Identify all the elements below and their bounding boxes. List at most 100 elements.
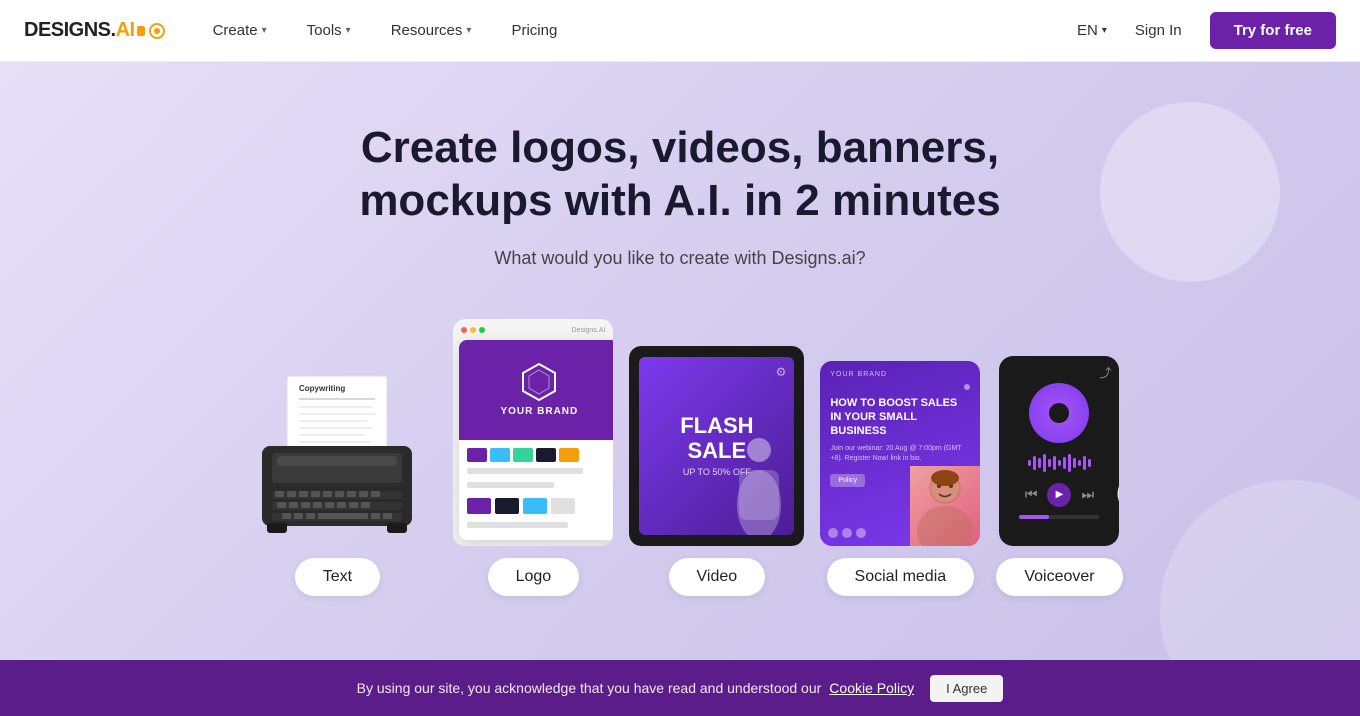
hex-icon (519, 362, 559, 402)
person-silhouette (729, 435, 789, 535)
card-video: ⚙ FLASH SALE UP TO 50% OFF (629, 346, 804, 596)
nav-resources-label: Resources (391, 22, 463, 39)
cookie-agree-button[interactable]: I Agree (930, 675, 1003, 702)
play-button[interactable]: ▶ (1047, 483, 1071, 507)
hero-section: Create logos, videos, banners, mockups w… (0, 62, 1360, 660)
logo-icon (137, 22, 165, 40)
next-icon: ⏭ (1081, 486, 1094, 503)
cookie-text: By using our site, you acknowledge that … (357, 680, 822, 696)
try-free-label: Try for free (1234, 22, 1312, 39)
font-line-1 (467, 468, 582, 474)
chevron-down-icon: ▾ (346, 25, 351, 36)
cards-row: Copywriting (237, 319, 1122, 596)
card-video-button[interactable]: Video (669, 558, 766, 596)
phone-device: ⤴ (999, 356, 1119, 546)
vinyl-disc (1029, 383, 1089, 443)
wave-bar (1028, 460, 1031, 466)
card-voiceover-label: Voiceover (1024, 568, 1094, 585)
nav-tools[interactable]: Tools ▾ (291, 14, 367, 47)
gear-icon: ⚙ (776, 365, 787, 379)
wave-bar (1068, 454, 1071, 472)
card-social-button[interactable]: Social media (827, 558, 975, 596)
swatch-4 (536, 448, 556, 462)
style-swatch-3 (523, 498, 547, 514)
card-social-label: Social media (855, 568, 947, 585)
social-circles (828, 528, 866, 538)
swatch-5 (559, 448, 579, 462)
cookie-agree-label: I Agree (946, 681, 987, 696)
card-logo-label: Logo (516, 568, 552, 585)
wave-bar (1053, 456, 1056, 470)
logo-text-ai: AI (116, 19, 135, 42)
chevron-down-icon: ▾ (262, 25, 267, 36)
logo-brand-text: YOUR BRAND (500, 406, 578, 417)
style-swatch-2 (495, 498, 519, 514)
wave-bar (1088, 459, 1091, 467)
wave-bar (1058, 460, 1061, 466)
sign-in-button[interactable]: Sign In (1123, 16, 1194, 45)
nav-pricing[interactable]: Pricing (495, 14, 573, 47)
color-swatches (467, 448, 611, 462)
progress-fill (1019, 515, 1049, 519)
disc-center (1049, 403, 1069, 423)
swatch-2 (490, 448, 510, 462)
card-text: Copywriting (237, 371, 437, 596)
card-video-image: ⚙ FLASH SALE UP TO 50% OFF (629, 346, 804, 546)
language-selector[interactable]: EN ▾ (1077, 22, 1107, 39)
typewriter-illustration: Copywriting (237, 371, 437, 546)
nav-right: EN ▾ Sign In Try for free (1077, 12, 1336, 49)
wave-bar (1073, 458, 1076, 468)
card-voiceover: ⤴ (996, 356, 1122, 596)
card-social-image: YOUR BRAND HOW TO BOOST SALES IN YOUR SM… (820, 361, 980, 546)
social-circle-1 (828, 528, 838, 538)
cookie-policy-link[interactable]: Cookie Policy (829, 680, 914, 696)
voiceover-wrapper: ⤴ (999, 356, 1119, 546)
earbuds-illustration (1104, 466, 1119, 531)
social-card-desc: Join our webinar: 20 Aug @ 7:00pm (GMT +… (830, 444, 970, 464)
font-line-2 (467, 482, 553, 488)
card-logo-button[interactable]: Logo (488, 558, 580, 596)
video-inner: ⚙ FLASH SALE UP TO 50% OFF (639, 357, 794, 535)
nav-tools-label: Tools (307, 22, 342, 39)
sign-in-label: Sign In (1135, 22, 1182, 39)
swatch-3 (513, 448, 533, 462)
font-line-3 (467, 522, 568, 528)
card-voiceover-button[interactable]: Voiceover (996, 558, 1122, 596)
style-swatch-4 (551, 498, 575, 514)
logo-card-preview: YOUR BRAND (459, 340, 613, 540)
language-label: EN (1077, 22, 1098, 39)
svg-text:Copywriting: Copywriting (299, 384, 345, 393)
wave-bar (1078, 460, 1081, 466)
cookie-bar: By using our site, you acknowledge that … (0, 660, 1360, 716)
chevron-down-icon: ▾ (466, 25, 471, 36)
wave-bar (1038, 458, 1041, 468)
card-video-label: Video (697, 568, 738, 585)
try-free-button[interactable]: Try for free (1210, 12, 1336, 49)
nav-resources[interactable]: Resources ▾ (375, 14, 488, 47)
social-person-photo (910, 466, 980, 546)
nav-create[interactable]: Create ▾ (197, 14, 283, 47)
card-logo: Designs.AI YOUR BRAND (453, 319, 613, 596)
social-card-preview: YOUR BRAND HOW TO BOOST SALES IN YOUR SM… (820, 361, 980, 546)
share-icon: ⤴ (1099, 364, 1111, 381)
social-circle-3 (856, 528, 866, 538)
social-card-title: HOW TO BOOST SALES IN YOUR SMALL BUSINES… (830, 396, 970, 439)
card-text-label: Text (323, 568, 352, 585)
chevron-down-icon: ▾ (1102, 25, 1107, 36)
card-text-button[interactable]: Text (295, 558, 380, 596)
card-voiceover-image: ⤴ (999, 356, 1119, 546)
logo-card-body (459, 440, 613, 538)
social-brand-text: YOUR BRAND (830, 371, 970, 378)
tablet-device: ⚙ FLASH SALE UP TO 50% OFF (629, 346, 804, 546)
progress-bar (1019, 515, 1099, 519)
waveform (1028, 451, 1091, 475)
wave-bar (1083, 456, 1086, 470)
logo[interactable]: DESIGNS. AI (24, 19, 165, 42)
prev-icon: ⏮ (1025, 486, 1038, 503)
navbar: DESIGNS. AI Create ▾ Tools ▾ Resources ▾… (0, 0, 1360, 62)
hero-subtitle: What would you like to create with Desig… (494, 248, 865, 269)
playback-controls: ⏮ ▶ ⏭ (1025, 483, 1094, 507)
nav-pricing-label: Pricing (511, 22, 557, 39)
wave-bar (1048, 459, 1051, 467)
hero-title: Create logos, videos, banners, mockups w… (270, 122, 1090, 228)
